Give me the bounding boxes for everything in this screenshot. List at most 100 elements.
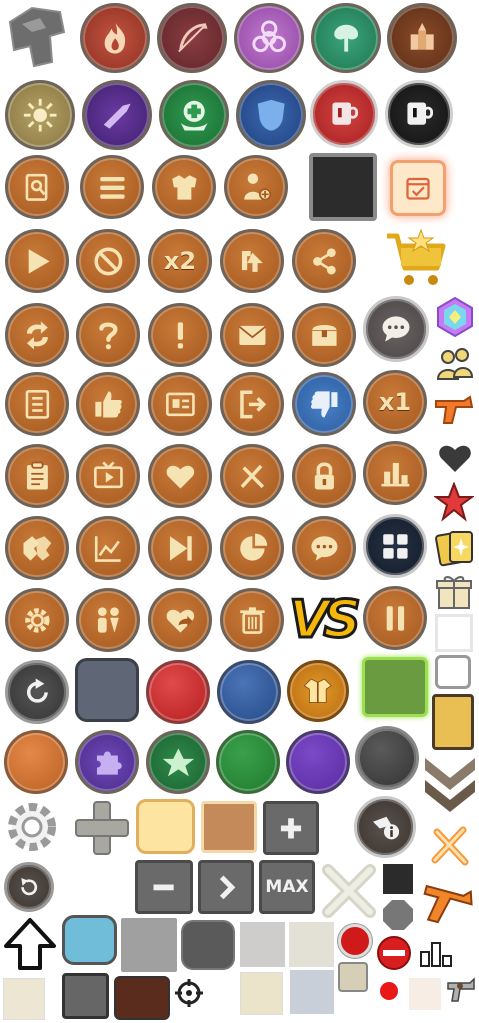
next-button[interactable] <box>198 860 254 914</box>
speed-x2-label: x2 <box>163 247 197 275</box>
light-blue-slot[interactable] <box>62 915 117 965</box>
heal-faction-badge[interactable] <box>159 80 229 150</box>
orange-gun-icon <box>420 880 474 934</box>
gold-card-slot[interactable] <box>432 694 474 750</box>
calendar-checkin-button[interactable] <box>390 160 446 216</box>
orange-orb[interactable] <box>4 730 68 794</box>
share-icon <box>307 244 342 279</box>
shield-faction-badge[interactable] <box>236 80 306 150</box>
ranking-button[interactable] <box>363 441 427 505</box>
red-orb[interactable] <box>146 660 210 724</box>
speed-x2-button[interactable]: x2 <box>148 229 212 293</box>
gender-profile-button[interactable] <box>76 588 140 652</box>
checklist-icon <box>20 387 55 422</box>
tv-play-icon <box>91 459 126 494</box>
white-gear-icon[interactable] <box>3 798 61 856</box>
archer-faction-badge[interactable] <box>157 3 227 73</box>
medical-cross-icon <box>175 96 213 134</box>
refresh-button[interactable] <box>5 303 69 367</box>
blue-orb[interactable] <box>217 660 281 724</box>
lock-button[interactable] <box>292 444 356 508</box>
puzzle-button[interactable] <box>75 730 139 794</box>
reload-button[interactable] <box>5 660 69 724</box>
minus-icon <box>148 873 179 902</box>
claw-faction-badge[interactable] <box>82 80 152 150</box>
green-selected-slot[interactable] <box>362 657 428 717</box>
grid-menu-button[interactable] <box>363 514 427 578</box>
leaf-emblem-button[interactable] <box>146 730 210 794</box>
pale-blue-tile <box>290 970 334 1014</box>
settings-button[interactable] <box>5 588 69 652</box>
block-button[interactable] <box>76 229 140 293</box>
flame-icon <box>96 19 134 57</box>
armor-button[interactable] <box>152 155 216 219</box>
watch-video-button[interactable] <box>76 444 140 508</box>
dark-grey-bordered-slot[interactable] <box>62 973 109 1019</box>
minus-button[interactable] <box>135 860 193 914</box>
fire-faction-badge[interactable] <box>80 3 150 73</box>
play-button[interactable] <box>5 229 69 293</box>
tower-faction-badge[interactable] <box>387 3 457 73</box>
chat-bubble-button[interactable] <box>363 296 429 362</box>
dark-mug-badge[interactable] <box>385 80 453 148</box>
battle-button[interactable] <box>220 444 284 508</box>
tan-selected-slot[interactable] <box>201 801 257 853</box>
favorite-button[interactable] <box>148 444 212 508</box>
biohazard-faction-badge[interactable] <box>234 3 304 73</box>
crosshair-icon[interactable] <box>174 978 204 1008</box>
dark-grey-rounded-slot[interactable] <box>181 920 235 970</box>
restore-button[interactable] <box>4 862 54 912</box>
message-button[interactable] <box>292 516 356 580</box>
red-record-button[interactable] <box>338 924 372 958</box>
cream-slot[interactable] <box>136 799 195 854</box>
dark-square-slot[interactable] <box>309 153 377 221</box>
chest-button[interactable] <box>292 303 356 367</box>
share-button[interactable] <box>292 229 356 293</box>
stats-chart-button[interactable] <box>76 516 140 580</box>
grey-rounded-slot[interactable] <box>75 658 139 722</box>
dislike-button[interactable] <box>292 372 356 436</box>
menu-button[interactable] <box>80 155 144 219</box>
max-button[interactable]: MAX <box>259 860 315 914</box>
add-button[interactable] <box>263 801 319 855</box>
nature-faction-badge[interactable] <box>311 3 381 73</box>
dark-grey-orb[interactable] <box>355 726 419 790</box>
pie-chart-button[interactable] <box>220 516 284 580</box>
id-card-button[interactable] <box>148 372 212 436</box>
grey-plus-icon[interactable] <box>72 798 132 858</box>
grey-square-slot[interactable] <box>121 918 177 972</box>
pause-button[interactable] <box>363 586 427 650</box>
skip-button[interactable] <box>148 516 212 580</box>
equipment-button[interactable] <box>5 516 69 580</box>
quest-list-button[interactable] <box>5 372 69 436</box>
purple-orb[interactable] <box>286 730 350 794</box>
search-document-button[interactable] <box>5 155 69 219</box>
small-podium-icon <box>418 940 454 970</box>
mail-button[interactable] <box>220 303 284 367</box>
sun-faction-badge[interactable] <box>5 80 75 150</box>
share-heart-button[interactable] <box>148 588 212 652</box>
off-white-tile <box>289 922 334 967</box>
delete-button[interactable] <box>220 588 284 652</box>
clipboard-button[interactable] <box>5 444 69 508</box>
close-x-icon[interactable] <box>320 862 378 920</box>
alert-button[interactable] <box>148 303 212 367</box>
info-button[interactable] <box>354 796 416 858</box>
shop-cart-icon[interactable] <box>383 228 449 292</box>
khaki-tile <box>338 962 368 992</box>
red-mug-badge[interactable] <box>310 80 378 148</box>
add-friend-button[interactable] <box>224 155 288 219</box>
jacket-shop-button[interactable] <box>287 660 349 722</box>
upgrade-button[interactable] <box>220 229 284 293</box>
exit-button[interactable] <box>220 372 284 436</box>
up-arrow-icon[interactable] <box>3 917 57 971</box>
bow-arrow-icon <box>173 19 211 57</box>
hamburger-menu-icon <box>95 170 130 205</box>
help-button[interactable] <box>76 303 140 367</box>
green-orb[interactable] <box>216 730 280 794</box>
like-button[interactable] <box>76 372 140 436</box>
brown-slot[interactable] <box>114 976 170 1020</box>
orange-blaster-icon <box>434 393 476 429</box>
leaf-crest-icon <box>161 745 196 780</box>
speed-x1-button[interactable]: x1 <box>363 370 427 434</box>
